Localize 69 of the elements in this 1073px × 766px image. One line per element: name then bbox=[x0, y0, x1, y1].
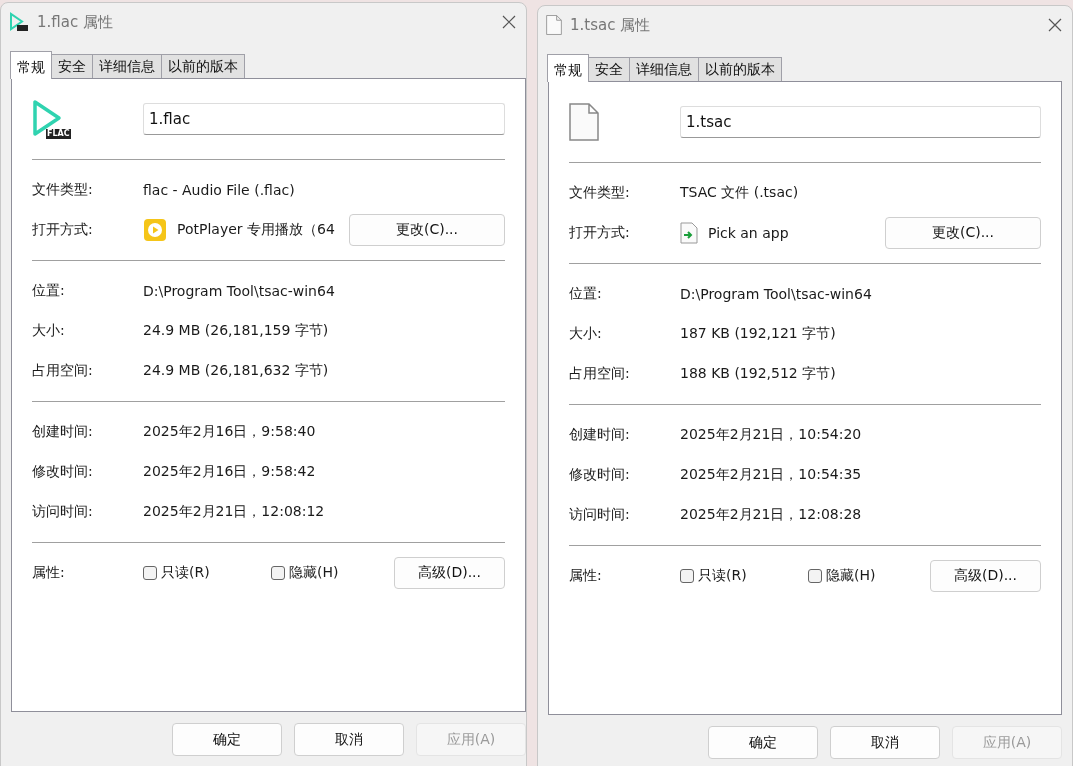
field-value: 24.9 MB (26,181,632 字节) bbox=[143, 362, 330, 380]
field-value: 2025年2月21日，12:08:28 bbox=[680, 506, 863, 524]
field-label: 位置: bbox=[32, 282, 66, 300]
checkbox[interactable] bbox=[271, 566, 285, 580]
window-title: 1.tsac 属性 bbox=[570, 15, 652, 35]
field-value: 188 KB (192,512 字节) bbox=[680, 365, 837, 383]
document-icon bbox=[546, 15, 562, 35]
file-type-icon bbox=[569, 103, 599, 141]
field-value: D:\Program Tool\tsac-win64 bbox=[143, 283, 336, 299]
field-value: D:\Program Tool\tsac-win64 bbox=[680, 286, 873, 302]
dialog-button[interactable]: 取消 bbox=[830, 726, 940, 759]
close-icon[interactable] bbox=[502, 15, 516, 29]
field-label: 大小: bbox=[32, 322, 66, 340]
field-label: 创建时间: bbox=[569, 426, 631, 444]
tab[interactable]: 安全 bbox=[51, 54, 93, 78]
field-value: 2025年2月21日，10:54:20 bbox=[680, 426, 863, 444]
checkbox-label[interactable]: 隐藏(H) bbox=[826, 567, 876, 585]
change-button[interactable]: 更改(C)... bbox=[885, 217, 1041, 249]
advanced-button[interactable]: 高级(D)... bbox=[930, 560, 1041, 592]
field-value: 2025年2月21日，12:08:12 bbox=[143, 503, 326, 521]
tab[interactable]: 详细信息 bbox=[629, 57, 699, 81]
field-label: 访问时间: bbox=[32, 503, 94, 521]
checkbox-label[interactable]: 隐藏(H) bbox=[289, 564, 339, 582]
close-icon[interactable] bbox=[1048, 18, 1062, 32]
filename-field[interactable]: 1.tsac bbox=[680, 106, 1041, 138]
field-label: 文件类型: bbox=[569, 184, 631, 202]
document-arrow-icon bbox=[680, 222, 698, 244]
checkbox[interactable] bbox=[680, 569, 694, 583]
field-label: 占用空间: bbox=[569, 365, 631, 383]
field-label: 修改时间: bbox=[32, 463, 94, 481]
dialog-button[interactable]: 取消 bbox=[294, 723, 404, 756]
app-name: Pick an app bbox=[708, 225, 789, 241]
field-label: 位置: bbox=[569, 285, 603, 303]
field-value: flac - Audio File (.flac) bbox=[143, 182, 296, 198]
field-value: 2025年2月21日，10:54:35 bbox=[680, 466, 863, 484]
field-value: 2025年2月16日，9:58:42 bbox=[143, 463, 317, 481]
field-label: 打开方式: bbox=[32, 221, 94, 239]
field-label: 访问时间: bbox=[569, 506, 631, 524]
field-label: 占用空间: bbox=[32, 362, 94, 380]
tab[interactable]: 以前的版本 bbox=[698, 57, 782, 81]
field-value: 24.9 MB (26,181,159 字节) bbox=[143, 322, 330, 340]
field-label: 修改时间: bbox=[569, 466, 631, 484]
checkbox-label[interactable]: 只读(R) bbox=[161, 564, 210, 582]
checkbox[interactable] bbox=[143, 566, 157, 580]
field-value: 2025年2月16日，9:58:40 bbox=[143, 423, 317, 441]
filename-field[interactable]: 1.flac bbox=[143, 103, 505, 135]
app-icon bbox=[9, 12, 29, 32]
dialog-button[interactable]: 确定 bbox=[708, 726, 818, 759]
advanced-button[interactable]: 高级(D)... bbox=[394, 557, 505, 589]
change-button[interactable]: 更改(C)... bbox=[349, 214, 505, 246]
field-label: 创建时间: bbox=[32, 423, 94, 441]
checkbox-label[interactable]: 只读(R) bbox=[698, 567, 747, 585]
tab[interactable]: 安全 bbox=[588, 57, 630, 81]
app-name: PotPlayer 专用播放（64 bbox=[177, 221, 335, 239]
field-value: 187 KB (192,121 字节) bbox=[680, 325, 837, 343]
tab[interactable]: 以前的版本 bbox=[161, 54, 245, 78]
field-label: 属性: bbox=[569, 567, 603, 585]
play-icon bbox=[143, 218, 167, 242]
checkbox[interactable] bbox=[808, 569, 822, 583]
field-value: TSAC 文件 (.tsac) bbox=[680, 184, 800, 202]
field-label: 大小: bbox=[569, 325, 603, 343]
tab[interactable]: 常规 bbox=[547, 54, 589, 82]
field-label: 属性: bbox=[32, 564, 66, 582]
field-label: 文件类型: bbox=[32, 181, 94, 199]
field-label: 打开方式: bbox=[569, 224, 631, 242]
window-title: 1.flac 属性 bbox=[37, 12, 114, 32]
tab[interactable]: 常规 bbox=[10, 51, 52, 79]
tab[interactable]: 详细信息 bbox=[92, 54, 162, 78]
dialog-button[interactable]: 确定 bbox=[172, 723, 282, 756]
